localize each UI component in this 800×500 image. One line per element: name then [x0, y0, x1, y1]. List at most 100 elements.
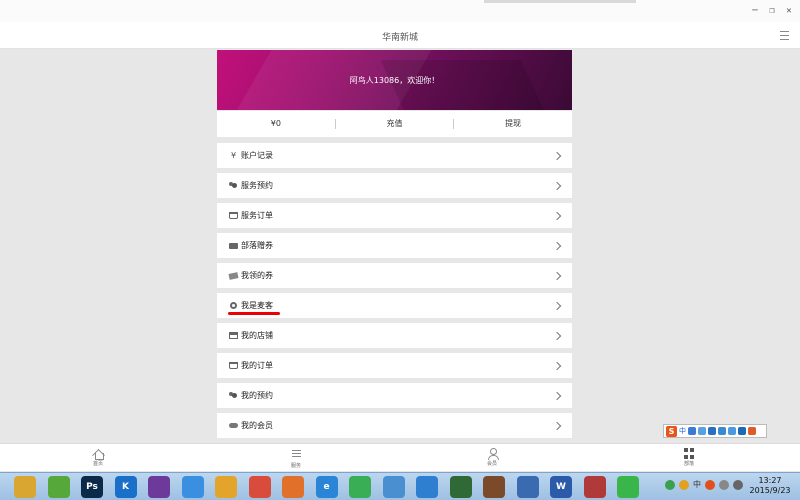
chevron-right-icon [552, 391, 562, 400]
nav-label: 服务 [290, 463, 301, 469]
chevron-right-icon [552, 211, 562, 220]
chrome-icon[interactable] [248, 476, 271, 498]
wrench-icon[interactable] [748, 427, 756, 435]
profile-banner: 阿鸟人13086，欢迎你！ [217, 50, 572, 110]
tray-volume-icon[interactable] [733, 479, 743, 490]
menu-item-my-members[interactable]: 我的会员 [217, 413, 572, 438]
yen-icon: ¥ [230, 150, 237, 160]
chevron-right-icon [552, 301, 562, 310]
welcome-message: 阿鸟人13086，欢迎你！ [349, 76, 440, 85]
nav-home[interactable]: 首页 [78, 448, 118, 467]
emoji-icon[interactable] [708, 427, 716, 435]
tray-status-icon[interactable] [665, 479, 675, 490]
ie-icon[interactable]: e [315, 476, 338, 498]
chevron-right-icon [552, 271, 562, 280]
nav-label: 部落 [683, 461, 694, 467]
ticket-icon [229, 242, 238, 250]
cloud-app-icon[interactable] [382, 476, 405, 498]
word-icon[interactable]: W [550, 476, 572, 498]
orb-app-icon[interactable] [148, 476, 170, 498]
menu-item-service-booking[interactable]: 服务预约 [217, 173, 572, 198]
menu-item-label: 我的订单 [241, 361, 273, 370]
users-icon [229, 182, 238, 190]
shield-app-icon[interactable] [215, 476, 237, 498]
chevron-right-icon [552, 361, 562, 370]
tray-sogou-icon[interactable] [705, 479, 715, 490]
tray-ime-label[interactable]: 中 [693, 479, 701, 490]
system-tray: 中 [665, 479, 743, 490]
keyboard-icon[interactable] [718, 427, 726, 435]
menu-item-my-bookings[interactable]: 我的预约 [217, 383, 572, 408]
withdraw-button[interactable]: 提现 [454, 111, 572, 137]
wechat-icon[interactable] [617, 476, 639, 498]
nav-label: 会员 [486, 461, 497, 467]
maximize-button[interactable]: ❐ [765, 5, 779, 17]
balance-bar: ¥0 充值 提现 [217, 111, 572, 137]
k-app-icon[interactable]: K [114, 476, 137, 498]
ime-mode-label[interactable]: 中 [679, 426, 686, 436]
bottom-nav: 首页 服务 会员 部落 [0, 443, 800, 471]
user-icon[interactable] [728, 427, 736, 435]
menu-item-my-orders[interactable]: 我的订单 [217, 353, 572, 378]
moon-icon[interactable] [688, 427, 696, 435]
clock-time: 13:27 [758, 476, 782, 485]
nav-services[interactable]: 服务 [276, 448, 316, 469]
menu-item-service-orders[interactable]: 服务订单 [217, 203, 572, 228]
network-app-icon[interactable] [416, 476, 438, 498]
coupon-icon [228, 271, 239, 280]
house-app-icon[interactable] [583, 476, 606, 498]
menu-item-label: 账户记录 [241, 151, 273, 160]
taskbar-app-glyph: W [556, 482, 566, 492]
store-icon [229, 332, 238, 340]
firefox-icon[interactable] [282, 476, 304, 498]
punctuation-icon[interactable] [698, 427, 706, 435]
shirt-icon[interactable] [738, 427, 746, 435]
menu-item-label: 我领的券 [241, 271, 273, 280]
tray-qq-icon[interactable] [679, 479, 689, 490]
hamburger-menu-icon[interactable] [780, 31, 789, 40]
eye-app-icon[interactable] [449, 476, 472, 498]
chevron-right-icon [552, 241, 562, 250]
chevron-right-icon [552, 151, 562, 160]
menu-item-label: 我的会员 [241, 421, 273, 430]
nav-tribe[interactable]: 部落 [669, 448, 709, 467]
recharge-button[interactable]: 充值 [336, 111, 454, 137]
pen-app-icon[interactable] [181, 476, 204, 498]
leaf-app-icon[interactable] [47, 476, 70, 498]
menu-item-my-store[interactable]: 我的店铺 [217, 323, 572, 348]
balance-amount: ¥0 [270, 119, 281, 128]
taskbar-clock[interactable]: 13:27 2015/9/23 [745, 476, 795, 496]
photoshop-icon[interactable]: Ps [81, 476, 103, 498]
menu-item-my-coupons[interactable]: 我领的券 [217, 263, 572, 288]
gear-icon [229, 302, 238, 310]
minimize-button[interactable]: ─ [748, 5, 762, 17]
remote-app-icon[interactable] [516, 476, 539, 498]
sogou-logo-icon[interactable]: S [666, 425, 677, 437]
list-icon [291, 450, 302, 461]
menu-item-account-records[interactable]: ¥ 账户记录 [217, 143, 572, 168]
tab-edge [484, 0, 636, 3]
windows-taskbar: Ps Ke W 中 13:27 2015/9/23 [0, 472, 800, 500]
clock-date: 2015/9/23 [749, 486, 791, 495]
window-titlebar: ─ ❐ ✕ [0, 0, 800, 22]
menu-item-label: 服务订单 [241, 211, 273, 220]
grid-icon [683, 448, 695, 459]
cart-icon [229, 362, 238, 370]
home-icon [93, 448, 104, 460]
close-button[interactable]: ✕ [782, 5, 796, 17]
tray-network-icon[interactable] [719, 479, 729, 490]
bug-app-icon[interactable] [483, 476, 505, 498]
chevron-right-icon [552, 421, 562, 430]
menu-item-label: 我是麦客 [241, 301, 273, 310]
menu-item-label: 我的店铺 [241, 331, 273, 340]
ime-toolbar[interactable]: S 中 [663, 424, 767, 438]
chevron-right-icon [552, 181, 562, 190]
green-arrow-icon[interactable] [349, 476, 371, 498]
handshake-icon [229, 422, 238, 430]
menu-item-label: 服务预约 [241, 181, 273, 190]
nav-members[interactable]: 会员 [472, 448, 512, 467]
users-icon [229, 392, 238, 400]
menu-item-tribe-coupons[interactable]: 部落赠券 [217, 233, 572, 258]
page-title: 华南新城 [381, 33, 418, 43]
file-explorer-icon[interactable] [14, 476, 36, 498]
